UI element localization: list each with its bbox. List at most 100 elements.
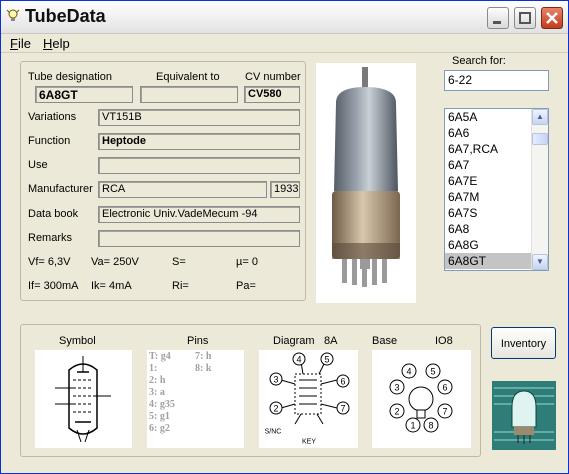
list-scrollbar[interactable]: ▲ ▼ xyxy=(531,109,548,270)
pin-entry: T: g4 xyxy=(149,351,171,362)
base-diagram: 4 5 3 6 2 7 1 8 xyxy=(372,350,471,448)
pin-entry: 4: g35 xyxy=(149,399,175,410)
equivalent-to-field[interactable] xyxy=(140,86,238,103)
pin-marker: KEY xyxy=(302,439,316,446)
pin-diagram-drawing: 4 5 3 6 2 7 S/NC KEY xyxy=(265,352,350,446)
cv-number-label: CV number xyxy=(245,71,301,83)
menu-help[interactable]: Help xyxy=(43,36,70,51)
s-value: S= xyxy=(172,256,186,268)
tube-designation-field[interactable]: 6A8GT xyxy=(35,86,133,103)
pin-diagram: 4 5 3 6 2 7 S/NC KEY xyxy=(259,350,358,448)
pin-marker: S/NC xyxy=(265,429,282,436)
pin-number: 8 xyxy=(428,421,433,431)
pin-number: 2 xyxy=(394,407,399,417)
year-field[interactable]: 1933 xyxy=(270,181,300,198)
pin-marker: 2 xyxy=(389,403,405,419)
equivalent-to-label: Equivalent to xyxy=(156,71,220,83)
data-book-field[interactable]: Electronic Univ.VadeMecum -94 xyxy=(98,206,300,223)
ik-value: Ik= 4mA xyxy=(91,280,132,292)
minimize-button[interactable] xyxy=(487,7,509,29)
vacuum-tube-image xyxy=(332,67,400,287)
scroll-thumb[interactable] xyxy=(532,133,548,145)
remarks-field[interactable] xyxy=(98,230,300,247)
scroll-up-button[interactable]: ▲ xyxy=(532,109,548,125)
pin-number: 3 xyxy=(394,383,399,393)
pin-number: 4 xyxy=(296,355,301,365)
minimize-icon xyxy=(493,21,501,24)
pin-number: 6 xyxy=(442,383,447,393)
tube-logo-icon xyxy=(492,381,556,450)
diagram-label: Diagram xyxy=(273,335,315,347)
function-field[interactable]: Heptode xyxy=(98,133,300,150)
pin-number: 3 xyxy=(273,375,278,385)
octal-base-drawing: 4 5 3 6 2 7 1 8 xyxy=(389,363,453,433)
app-window: TubeData File Help Tube designation Equi… xyxy=(0,0,569,474)
menu-help-label: elp xyxy=(52,36,70,51)
tube-photo xyxy=(316,63,416,303)
heptode-symbol-icon xyxy=(55,356,111,443)
base-label: Base xyxy=(372,335,398,347)
pin-number: 5 xyxy=(430,367,435,377)
pin-number: 7 xyxy=(442,407,447,417)
search-input[interactable]: 6-22 xyxy=(444,70,549,91)
pin-number: 4 xyxy=(406,367,411,377)
maximize-icon xyxy=(519,12,531,24)
mu-value: µ= 0 xyxy=(236,256,258,268)
pin-number: KEY xyxy=(302,439,316,446)
pin-entry: 8: k xyxy=(195,363,212,374)
chevron-up-icon: ▲ xyxy=(536,112,544,121)
pin-entry: 6: g2 xyxy=(149,423,170,434)
data-book-label: Data book xyxy=(28,208,79,220)
pins-column-1: T: g4 1: 2: h 3: a 4: g35 5: g1 6: g2 xyxy=(149,351,175,435)
pin-marker: 5 xyxy=(320,352,334,366)
menu-file-mnemonic: F xyxy=(10,36,18,51)
base-code: IO8 xyxy=(435,335,453,347)
pin-number: 2 xyxy=(273,404,278,414)
diagram-code: 8A xyxy=(324,335,338,347)
pin-marker: 4 xyxy=(401,363,417,379)
pin-entry: 7: h xyxy=(195,351,212,362)
manufacturer-field[interactable]: RCA xyxy=(98,181,267,198)
pin-marker: 8 xyxy=(423,417,439,433)
app-logo xyxy=(492,381,556,450)
chevron-down-icon: ▼ xyxy=(536,257,544,266)
pin-entry: 1: xyxy=(149,363,158,374)
pin-marker: 3 xyxy=(269,372,283,386)
maximize-button[interactable] xyxy=(514,7,536,29)
ri-value: Ri= xyxy=(172,280,189,292)
scroll-down-button[interactable]: ▼ xyxy=(532,254,548,270)
if-value: If= 300mA xyxy=(28,280,79,292)
title-bar[interactable]: TubeData xyxy=(1,1,568,34)
pin-marker: 6 xyxy=(437,379,453,395)
pin-number: 6 xyxy=(340,377,345,387)
search-label: Search for: xyxy=(452,55,506,67)
lightbulb-icon xyxy=(6,9,20,21)
use-label: Use xyxy=(28,159,48,171)
inventory-button[interactable]: Inventory xyxy=(491,327,556,359)
pin-marker: 5 xyxy=(425,363,441,379)
pin-number: S/NC xyxy=(265,429,282,436)
use-field[interactable] xyxy=(98,157,300,174)
pin-marker: 7 xyxy=(336,401,350,415)
pins-label: Pins xyxy=(187,335,209,347)
variations-label: Variations xyxy=(28,111,77,123)
pins-list: T: g4 1: 2: h 3: a 4: g35 5: g1 6: g2 7: h 8: k xyxy=(147,350,244,448)
tube-list[interactable]: 6A5A 6A6 6A7,RCA 6A7 6A7E 6A7M 6A7S 6A8 6A8G 6A8G… xyxy=(444,108,549,271)
pins-column-2: 7: h 8: k xyxy=(195,351,211,375)
variations-field[interactable]: VT151B xyxy=(98,109,300,126)
tube-symbol xyxy=(35,350,132,448)
cv-number-field[interactable]: CV580 xyxy=(244,86,300,103)
close-icon xyxy=(546,12,558,24)
pa-value: Pa= xyxy=(236,280,256,292)
close-button[interactable] xyxy=(541,7,563,29)
symbol-label: Symbol xyxy=(59,335,96,347)
pin-marker: 6 xyxy=(336,374,350,388)
menu-file-label: ile xyxy=(17,36,31,51)
window-title: TubeData xyxy=(25,6,106,26)
va-value: Va= 250V xyxy=(91,256,139,268)
pin-entry: 3: a xyxy=(149,387,165,398)
pin-number: 7 xyxy=(340,404,345,414)
tube-designation-label: Tube designation xyxy=(28,71,112,83)
menu-file[interactable]: File xyxy=(10,36,31,51)
pin-marker: 3 xyxy=(389,379,405,395)
